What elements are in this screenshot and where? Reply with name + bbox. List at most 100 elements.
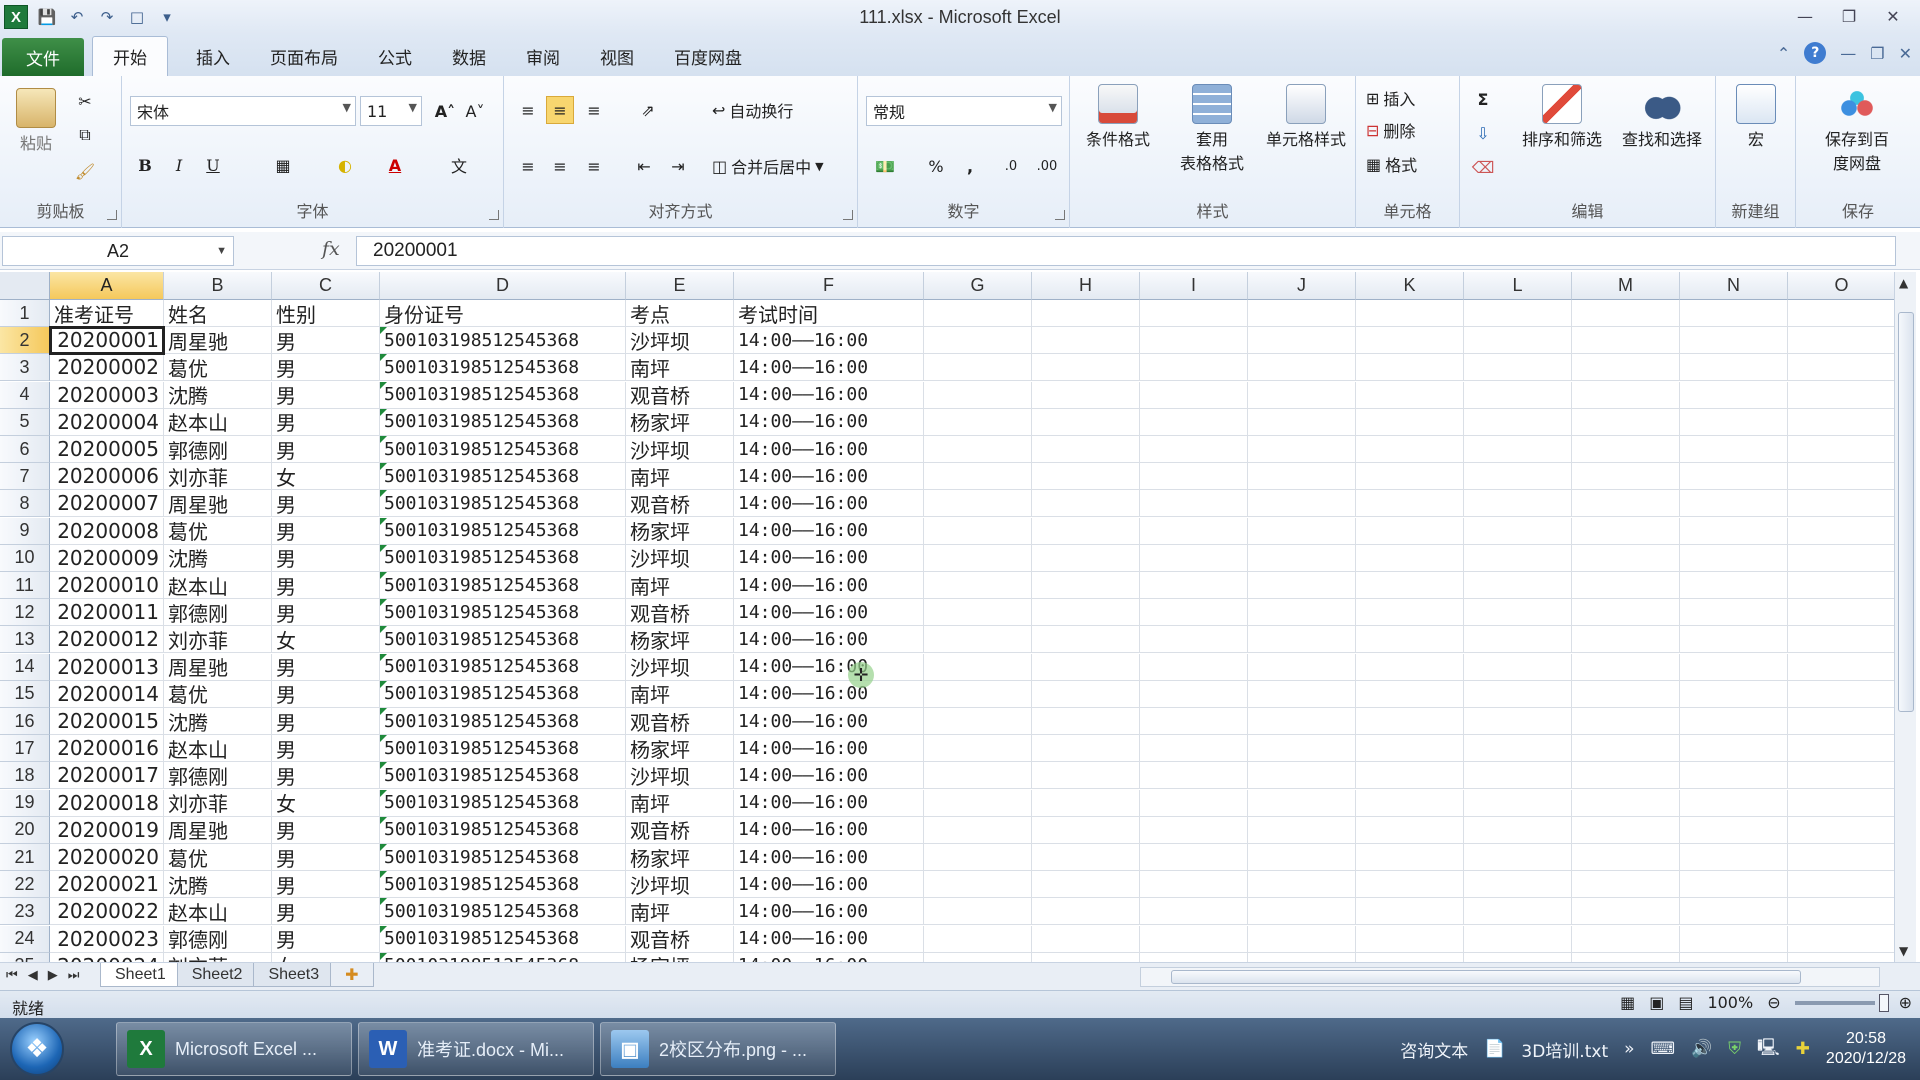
cell[interactable] xyxy=(1788,436,1894,463)
cell[interactable] xyxy=(1248,572,1356,599)
comma-button[interactable]: , xyxy=(958,152,982,180)
decrease-decimal-button[interactable]: .00 xyxy=(1030,152,1064,180)
cell[interactable] xyxy=(1248,680,1356,708)
cell[interactable] xyxy=(1032,708,1140,735)
cell[interactable] xyxy=(1140,680,1248,708)
cell[interactable]: 14:00——16:00 xyxy=(734,408,924,436)
column-header-d[interactable]: D xyxy=(380,272,626,300)
cell[interactable] xyxy=(1788,735,1894,763)
cell[interactable] xyxy=(1032,952,1140,962)
cell[interactable]: 郭德刚 xyxy=(164,925,272,953)
normal-view-icon[interactable]: ▦ xyxy=(1620,993,1635,1012)
cell[interactable]: 观音桥 xyxy=(626,599,734,627)
cell[interactable]: 14:00——16:00 xyxy=(734,572,924,599)
cell[interactable] xyxy=(1680,898,1788,926)
column-header-c[interactable]: C xyxy=(272,272,380,300)
cell[interactable] xyxy=(1572,463,1680,491)
cell[interactable] xyxy=(1140,653,1248,681)
cell[interactable]: 14:00——16:00 xyxy=(734,381,924,409)
cell[interactable] xyxy=(1356,844,1464,871)
align-middle-icon[interactable]: ≡ xyxy=(546,96,574,124)
column-header-m[interactable]: M xyxy=(1572,272,1680,300)
cell[interactable] xyxy=(1140,925,1248,953)
cell[interactable]: 沙坪坝 xyxy=(626,327,734,355)
cell[interactable] xyxy=(1356,463,1464,491)
cell[interactable]: 南坪 xyxy=(626,789,734,817)
cell[interactable]: 周星驰 xyxy=(164,816,272,844)
cut-icon[interactable]: ✂ xyxy=(74,90,96,112)
cell[interactable] xyxy=(1356,408,1464,436)
cell[interactable]: 14:00——16:00 xyxy=(734,490,924,518)
cell[interactable] xyxy=(1788,762,1894,790)
merge-center-button[interactable]: ◫ 合并后居中 ▼ xyxy=(712,154,824,178)
cell[interactable] xyxy=(1464,381,1572,409)
cell[interactable]: 14:00——16:00 xyxy=(734,680,924,708)
cell[interactable] xyxy=(1788,354,1894,382)
cell[interactable] xyxy=(1032,436,1140,463)
cell[interactable]: 女 xyxy=(272,626,380,654)
cell[interactable]: 南坪 xyxy=(626,354,734,382)
column-header-a[interactable]: A xyxy=(50,272,164,300)
cell[interactable] xyxy=(1680,816,1788,844)
cell[interactable] xyxy=(1140,844,1248,871)
cell[interactable]: 男 xyxy=(272,925,380,953)
cell[interactable] xyxy=(924,436,1032,463)
cell[interactable]: 20200006 xyxy=(50,463,164,491)
fill-icon[interactable]: ⇩ xyxy=(1470,120,1496,146)
zoom-level[interactable]: 100% xyxy=(1707,993,1753,1012)
cell[interactable] xyxy=(1572,626,1680,654)
cell[interactable] xyxy=(1248,925,1356,953)
cell[interactable] xyxy=(1248,952,1356,962)
row-header[interactable]: 7 xyxy=(0,463,50,491)
cell[interactable] xyxy=(1248,463,1356,491)
cell[interactable] xyxy=(1572,653,1680,681)
cell[interactable] xyxy=(1464,517,1572,545)
align-left-icon[interactable]: ≡ xyxy=(514,152,542,180)
cell[interactable] xyxy=(1788,871,1894,899)
cell[interactable]: 男 xyxy=(272,708,380,735)
cell[interactable] xyxy=(924,626,1032,654)
cell[interactable] xyxy=(1572,925,1680,953)
cell[interactable] xyxy=(1248,735,1356,763)
cell[interactable]: 姓名 xyxy=(164,300,272,327)
cell[interactable] xyxy=(1248,898,1356,926)
cell[interactable] xyxy=(1356,653,1464,681)
column-header-i[interactable]: I xyxy=(1140,272,1248,300)
cell[interactable]: 观音桥 xyxy=(626,490,734,518)
cell[interactable] xyxy=(1464,408,1572,436)
cell[interactable] xyxy=(1248,708,1356,735)
cell[interactable]: 南坪 xyxy=(626,898,734,926)
cell[interactable]: 500103198512545368 xyxy=(380,599,626,627)
cell[interactable]: 14:00——16:00 xyxy=(734,599,924,627)
cell[interactable]: 男 xyxy=(272,653,380,681)
cell[interactable]: 男 xyxy=(272,816,380,844)
accounting-format-icon[interactable]: 💵 xyxy=(866,152,904,180)
cell[interactable] xyxy=(1464,871,1572,899)
cell[interactable] xyxy=(1140,572,1248,599)
collapse-ribbon-icon[interactable]: ⌃ xyxy=(1777,44,1790,63)
cell[interactable] xyxy=(1032,463,1140,491)
tab-home[interactable]: 开始 xyxy=(92,36,168,76)
cell[interactable] xyxy=(1032,572,1140,599)
network-icon[interactable]: 🖳 xyxy=(1757,1035,1780,1064)
sheet-tab-3[interactable]: Sheet3 xyxy=(253,963,335,987)
cell[interactable] xyxy=(1032,354,1140,382)
cell[interactable] xyxy=(1464,544,1572,572)
cell[interactable]: 500103198512545368 xyxy=(380,844,626,871)
cell[interactable] xyxy=(1032,844,1140,871)
cell[interactable] xyxy=(1464,653,1572,681)
update-icon[interactable]: ✚ xyxy=(1796,1039,1810,1059)
cell[interactable] xyxy=(1680,572,1788,599)
cell[interactable] xyxy=(1464,789,1572,817)
restore-icon[interactable]: ❐ xyxy=(1828,2,1870,30)
cell[interactable] xyxy=(924,490,1032,518)
cell[interactable] xyxy=(1032,816,1140,844)
cell[interactable] xyxy=(1032,762,1140,790)
cell[interactable] xyxy=(1680,626,1788,654)
column-header-b[interactable]: B xyxy=(164,272,272,300)
row-header[interactable]: 5 xyxy=(0,408,50,436)
cell[interactable]: 20200024 xyxy=(50,952,164,962)
cell[interactable] xyxy=(1788,409,1894,436)
cell[interactable] xyxy=(1464,844,1572,871)
sheet-tab-2[interactable]: Sheet2 xyxy=(176,963,258,987)
